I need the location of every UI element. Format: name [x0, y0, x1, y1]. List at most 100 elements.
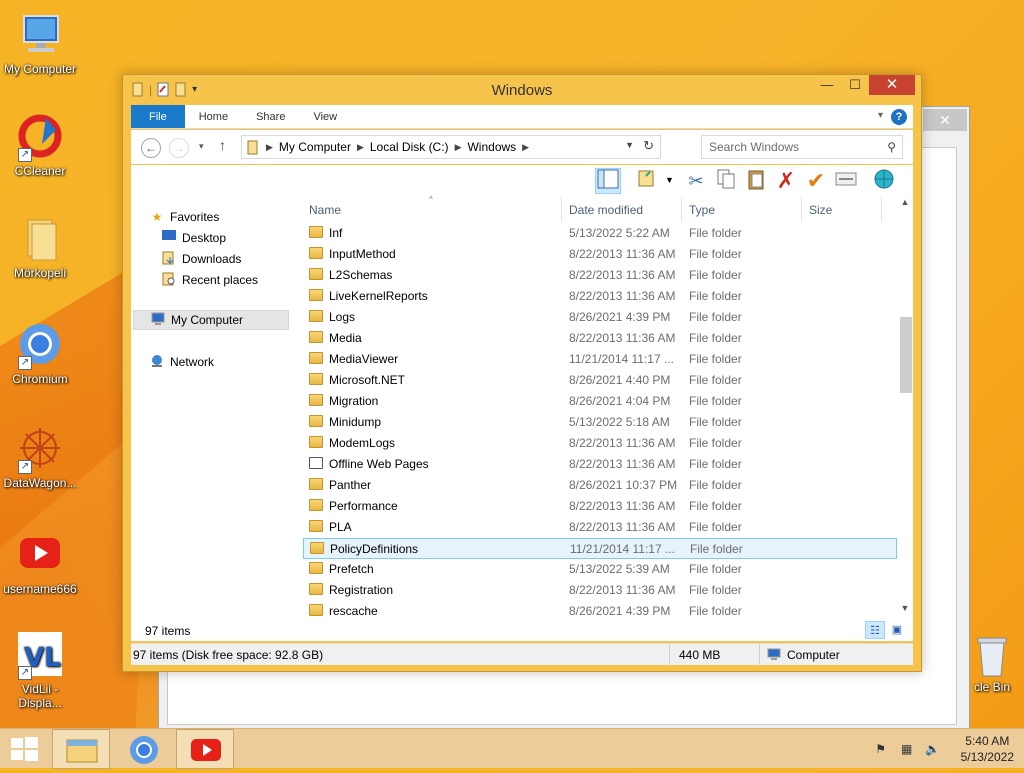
desktop-icon-recycle-bin[interactable]: cle Bin: [960, 632, 1024, 694]
status-bar: 97 items ☷ ▣: [131, 619, 913, 641]
column-header-type[interactable]: Type: [689, 203, 715, 217]
taskbar-chromium[interactable]: [114, 729, 172, 769]
taskbar-file-explorer[interactable]: [52, 729, 110, 769]
breadcrumb-separator[interactable]: ▶: [522, 142, 529, 153]
desktop-icon-morkopeli[interactable]: Mörkopeli: [0, 214, 80, 280]
start-button[interactable]: [0, 729, 48, 769]
file-name: Panther: [329, 478, 372, 492]
scroll-up-icon[interactable]: ▲: [897, 197, 913, 213]
copy-icon[interactable]: [713, 168, 739, 194]
file-row[interactable]: Inf 5/13/2022 5:22 AM File folder: [303, 223, 897, 244]
file-row[interactable]: Performance 8/22/2013 11:36 AM File folder: [303, 496, 897, 517]
file-row[interactable]: PLA 8/22/2013 11:36 AM File folder: [303, 517, 897, 538]
delete-icon[interactable]: ✗: [773, 168, 799, 194]
file-name: PLA: [329, 520, 352, 534]
folder-icon: [309, 436, 323, 448]
network-icon[interactable]: ▦: [897, 742, 917, 756]
forward-button[interactable]: →: [169, 138, 189, 158]
tab-view[interactable]: View: [299, 105, 351, 128]
desktop-icon-label: My Computer: [3, 62, 77, 76]
view-dropdown-icon[interactable]: ▼: [665, 175, 674, 185]
file-row[interactable]: Media 8/22/2013 11:36 AM File folder: [303, 328, 897, 349]
desktop-icon-chromium[interactable]: ↗ Chromium: [0, 320, 80, 386]
volume-muted-icon[interactable]: 🔈: [923, 742, 943, 756]
tab-home[interactable]: Home: [185, 105, 242, 128]
cut-icon[interactable]: ✂: [683, 168, 709, 194]
scroll-down-icon[interactable]: ▼: [897, 603, 913, 619]
nav-recent-places[interactable]: Recent places: [161, 270, 258, 290]
file-row[interactable]: PolicyDefinitions 11/21/2014 11:17 ... Fil…: [303, 538, 897, 559]
breadcrumb-separator[interactable]: ▶: [357, 142, 364, 153]
refresh-icon[interactable]: ↻: [643, 138, 654, 154]
nav-my-computer[interactable]: My Computer: [133, 310, 289, 330]
close-button[interactable]: ✕: [869, 75, 915, 95]
column-header-size[interactable]: Size: [809, 203, 832, 217]
file-row[interactable]: Panther 8/26/2021 10:37 PM File folder: [303, 475, 897, 496]
breadcrumb-separator[interactable]: ▶: [266, 142, 273, 153]
column-divider[interactable]: [561, 197, 562, 221]
tab-share[interactable]: Share: [242, 105, 299, 128]
nav-label: Downloads: [182, 252, 242, 266]
nav-desktop[interactable]: Desktop: [161, 228, 226, 248]
address-dropdown-icon[interactable]: ▼: [625, 140, 634, 150]
file-row[interactable]: L2Schemas 8/22/2013 11:36 AM File folder: [303, 265, 897, 286]
large-icons-view-button[interactable]: ▣: [887, 621, 907, 639]
scroll-thumb[interactable]: [900, 317, 912, 393]
file-row[interactable]: Registration 8/22/2013 11:36 AM File folde…: [303, 580, 897, 601]
action-center-flag-icon[interactable]: ⚑: [871, 742, 891, 756]
desktop-icon-my-computer[interactable]: My Computer: [0, 10, 80, 76]
clock[interactable]: 5:40 AM 5/13/2022: [961, 733, 1014, 765]
details-bar: 97 items (Disk free space: 92.8 GB) 440 …: [131, 643, 913, 666]
file-row[interactable]: Minidump 5/13/2022 5:18 AM File folder: [303, 412, 897, 433]
help-button[interactable]: ?: [891, 109, 907, 125]
file-row[interactable]: MediaViewer 11/21/2014 11:17 ... File fold…: [303, 349, 897, 370]
column-divider[interactable]: [801, 197, 802, 221]
details-view-button[interactable]: ☷: [865, 621, 885, 639]
rename-check-icon[interactable]: ✔: [803, 168, 829, 194]
maximize-button[interactable]: ☐: [841, 75, 869, 95]
breadcrumb-local-disk[interactable]: Local Disk (C:): [370, 140, 449, 154]
preview-pane-icon[interactable]: [595, 168, 621, 194]
desktop-icon-username666[interactable]: username666: [0, 530, 80, 596]
paste-icon[interactable]: [743, 168, 769, 194]
recent-locations-icon[interactable]: ▾: [199, 141, 204, 152]
file-type: File folder: [689, 520, 742, 534]
breadcrumb-my-computer[interactable]: My Computer: [279, 140, 351, 154]
breadcrumb-separator[interactable]: ▶: [455, 142, 462, 153]
title-bar[interactable]: | ▾ Windows — ☐ ✕: [123, 75, 921, 105]
file-row[interactable]: InputMethod 8/22/2013 11:36 AM File folder: [303, 244, 897, 265]
file-row[interactable]: ModemLogs 8/22/2013 11:36 AM File folder: [303, 433, 897, 454]
up-arrow-icon[interactable]: ↑: [219, 137, 226, 153]
file-row[interactable]: LiveKernelReports 8/22/2013 11:36 AM File …: [303, 286, 897, 307]
search-input[interactable]: Search Windows ⚲: [701, 135, 903, 159]
minimize-button[interactable]: —: [813, 75, 841, 95]
desktop-icon-datawagon[interactable]: ↗ DataWagon...: [0, 424, 80, 490]
breadcrumb-windows[interactable]: Windows: [467, 140, 516, 154]
taskbar-youtube[interactable]: [176, 729, 234, 769]
address-bar[interactable]: ▶ My Computer ▶ Local Disk (C:) ▶ Window…: [241, 135, 661, 159]
file-row[interactable]: Migration 8/26/2021 4:04 PM File folder: [303, 391, 897, 412]
back-button[interactable]: ←: [141, 138, 161, 158]
column-header-name[interactable]: Name: [309, 203, 341, 217]
desktop-icon-ccleaner[interactable]: ↗ CCleaner: [0, 112, 80, 178]
properties-icon[interactable]: [833, 168, 859, 194]
background-window-close-button[interactable]: ✕: [923, 109, 967, 131]
globe-icon[interactable]: [871, 168, 897, 194]
file-date-modified: 8/22/2013 11:36 AM: [569, 436, 676, 450]
nav-downloads[interactable]: Downloads: [161, 249, 241, 269]
column-divider[interactable]: [881, 197, 882, 221]
file-row[interactable]: Logs 8/26/2021 4:39 PM File folder: [303, 307, 897, 328]
column-divider[interactable]: [681, 197, 682, 221]
change-view-icon[interactable]: [635, 168, 661, 194]
desktop-icon-vidlii[interactable]: VL ↗ VidLii - Displa...: [0, 630, 80, 710]
nav-favorites[interactable]: ★ Favorites: [149, 207, 220, 227]
file-row[interactable]: Microsoft.NET 8/26/2021 4:40 PM File folde…: [303, 370, 897, 391]
explorer-window[interactable]: | ▾ Windows — ☐ ✕ File Home Share View ▾…: [122, 74, 922, 672]
file-row[interactable]: Prefetch 5/13/2022 5:39 AM File folder: [303, 559, 897, 580]
nav-network[interactable]: Network: [149, 352, 214, 372]
tab-file[interactable]: File: [131, 105, 185, 128]
vertical-scrollbar[interactable]: ▲ ▼: [897, 197, 913, 619]
file-row[interactable]: Offline Web Pages 8/22/2013 11:36 AM File …: [303, 454, 897, 475]
column-header-date[interactable]: Date modified: [569, 203, 643, 217]
expand-ribbon-icon[interactable]: ▾: [878, 110, 883, 121]
